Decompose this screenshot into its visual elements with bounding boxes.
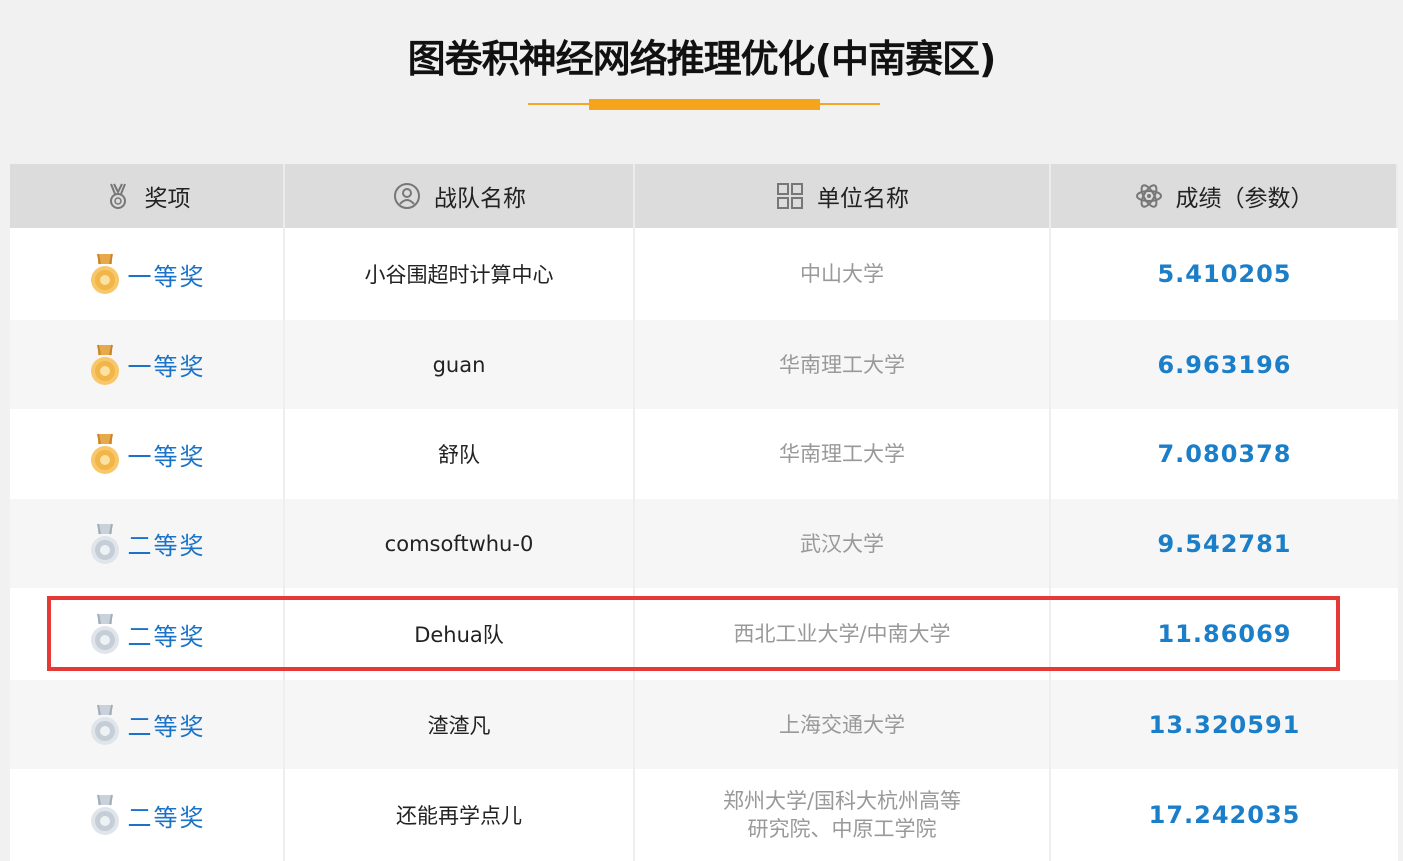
atom-icon [1134,181,1164,211]
unit-name: 华南理工大学 [635,409,1051,499]
unit-name: 武汉大学 [635,499,1051,588]
award-cell: 一等奖 [10,409,285,499]
award-cell: 一等奖 [10,320,285,409]
team-name: 舒队 [285,409,635,499]
unit-name: 中山大学 [635,228,1051,320]
score-value: 17.242035 [1148,801,1301,829]
gold-medal-icon [88,432,122,476]
score-value: 9.542781 [1157,529,1292,558]
unit-line: 武汉大学 [800,531,884,556]
page-title: 图卷积神经网络推理优化(中南赛区) [407,37,997,81]
unit-line: 研究院、中原工学院 [747,817,937,841]
highlight-box [47,596,1340,671]
table-row: 一等奖 舒队 华南理工大学 7.080378 [10,409,1398,499]
score-value: 7.080378 [1157,440,1292,468]
team-name: comsoftwhu-0 [285,499,635,588]
unit-name: 华南理工大学 [635,320,1051,409]
award-label: 一等奖 [127,353,206,381]
header-team: 战队名称 [285,164,635,228]
header-award: 奖项 [10,164,285,228]
award-label: 一等奖 [127,262,206,291]
unit-line: 郑州大学/国科大杭州高等 [722,789,962,813]
table-header: 奖项 战队名称 单位名称 成绩（参数） [10,164,1398,228]
silver-medal-icon [88,522,122,566]
award-label: 二等奖 [127,532,206,560]
table-row: 一等奖 guan 华南理工大学 6.963196 [10,320,1398,409]
team-name: guan [285,320,635,409]
unit-line: 上海交通大学 [779,712,905,737]
user-icon [392,181,422,211]
results-table: 奖项 战队名称 单位名称 成绩（参数） 一等奖 小谷围超时计算中心 中山大学 5… [10,164,1398,861]
award-label: 二等奖 [127,713,206,741]
team-name: 还能再学点儿 [285,769,635,861]
unit-line: 中山大学 [800,262,884,286]
award-label: 二等奖 [127,803,206,832]
award-cell: 二等奖 [10,769,285,861]
header-score-label: 成绩（参数） [1175,186,1314,212]
silver-medal-icon [88,703,122,747]
gold-medal-icon [88,252,122,296]
header-award-label: 奖项 [144,186,191,212]
gold-medal-icon [88,343,122,387]
unit-line: 华南理工大学 [779,442,905,466]
unit-line: 华南理工大学 [779,352,905,377]
header-score: 成绩（参数） [1051,164,1398,228]
header-unit-label: 单位名称 [817,186,909,212]
table-row: 二等奖 渣渣凡 上海交通大学 13.320591 [10,680,1398,769]
title-underline-accent [589,99,820,110]
score-value: 6.963196 [1157,350,1292,379]
team-name: 小谷围超时计算中心 [285,228,635,320]
header-team-label: 战队名称 [434,186,526,212]
score-value: 5.410205 [1157,260,1292,288]
table-row: 二等奖 还能再学点儿 郑州大学/国科大杭州高等 研究院、中原工学院 17.242… [10,769,1398,861]
medal-icon [103,181,133,211]
grid-icon [775,181,805,211]
silver-medal-icon [88,793,122,837]
header-unit: 单位名称 [635,164,1051,228]
table-row: 二等奖 comsoftwhu-0 武汉大学 9.542781 [10,499,1398,588]
unit-name: 郑州大学/国科大杭州高等 研究院、中原工学院 [635,769,1051,861]
team-name: 渣渣凡 [285,680,635,769]
unit-name: 上海交通大学 [635,680,1051,769]
award-label: 一等奖 [127,442,206,471]
award-cell: 一等奖 [10,228,285,320]
score-value: 13.320591 [1148,710,1301,739]
award-cell: 二等奖 [10,499,285,588]
table-row: 一等奖 小谷围超时计算中心 中山大学 5.410205 [10,228,1398,320]
award-cell: 二等奖 [10,680,285,769]
